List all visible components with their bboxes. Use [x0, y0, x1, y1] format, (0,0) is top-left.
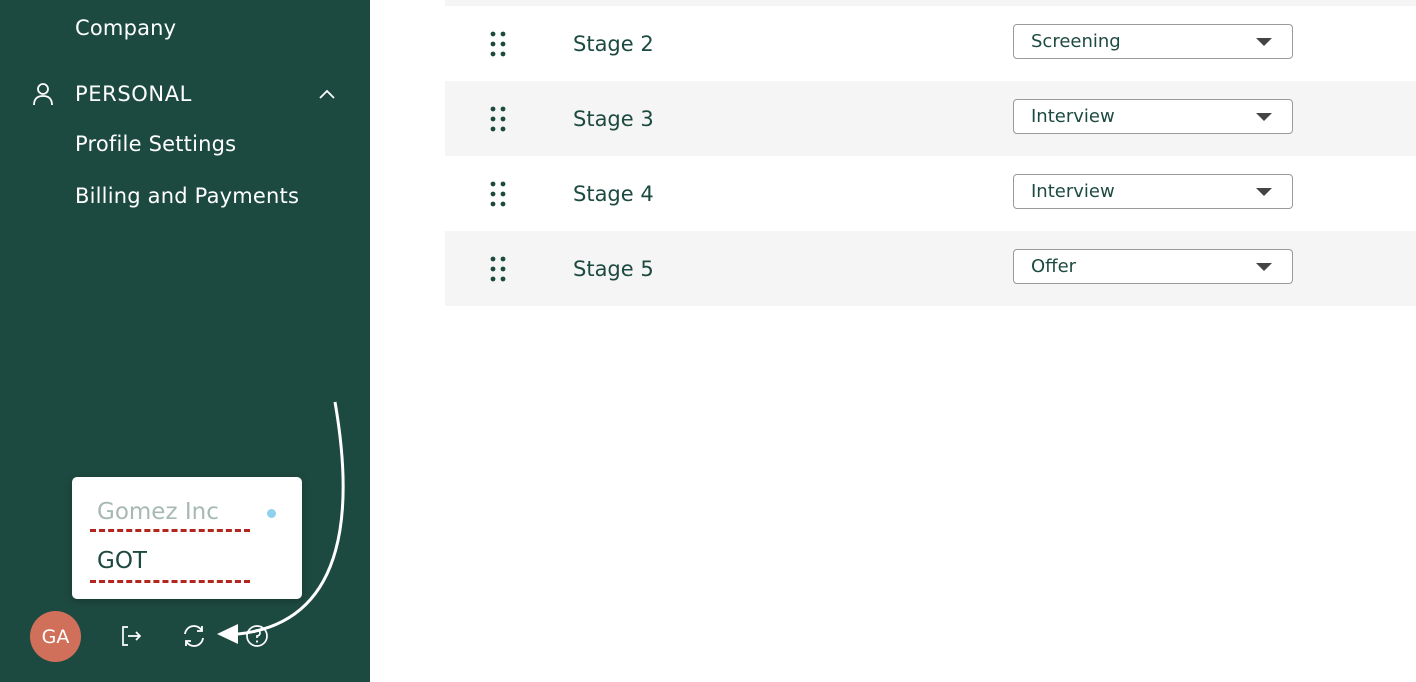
stage-type-select[interactable]: Screening	[1013, 24, 1293, 59]
caret-down-icon	[1256, 113, 1272, 121]
drag-handle-icon[interactable]	[489, 256, 509, 282]
chevron-up-icon[interactable]	[316, 83, 338, 105]
sidebar: Company PERSONAL Profile Settings Billin…	[0, 0, 370, 682]
sidebar-item-billing-payments[interactable]: Billing and Payments	[75, 184, 299, 208]
drag-handle-icon[interactable]	[489, 31, 509, 57]
caret-down-icon	[1256, 188, 1272, 196]
help-icon[interactable]	[243, 622, 271, 650]
stage-type-select[interactable]: Interview	[1013, 174, 1293, 209]
stage-type-select[interactable]: Interview	[1013, 99, 1293, 134]
stage-type-select[interactable]: Offer	[1013, 249, 1293, 284]
stage-row: Stage 4 Interview	[445, 156, 1416, 231]
annotation-underline	[90, 580, 250, 583]
person-icon	[28, 79, 58, 109]
status-dot	[267, 509, 276, 518]
stage-type-value: Screening	[1031, 31, 1121, 52]
account-switcher-popup: Gomez Inc GOT	[72, 477, 302, 599]
sidebar-section-title: PERSONAL	[75, 82, 192, 106]
logout-icon[interactable]	[117, 622, 145, 650]
stage-name: Stage 3	[573, 106, 654, 131]
stage-type-value: Interview	[1031, 181, 1115, 202]
drag-handle-icon[interactable]	[489, 181, 509, 207]
account-option-gomez-inc[interactable]: Gomez Inc	[97, 499, 219, 525]
stage-name: Stage 5	[573, 256, 654, 281]
account-option-got[interactable]: GOT	[97, 548, 147, 574]
stage-type-value: Interview	[1031, 106, 1115, 127]
refresh-icon[interactable]	[180, 622, 208, 650]
caret-down-icon	[1256, 38, 1272, 46]
stage-row: Stage 2 Screening	[445, 6, 1416, 81]
sidebar-section-personal[interactable]: PERSONAL	[28, 78, 338, 110]
pipeline-stages-panel: Stage 2 Screening Stage 3 Interview Stag…	[370, 0, 1416, 682]
stage-row: Stage 5 Offer	[445, 231, 1416, 306]
stage-name: Stage 2	[573, 31, 654, 56]
annotation-underline	[90, 529, 250, 532]
stage-type-value: Offer	[1031, 256, 1077, 277]
avatar[interactable]: GA	[30, 611, 81, 662]
drag-handle-icon[interactable]	[489, 106, 509, 132]
stage-row: Stage 3 Interview	[445, 81, 1416, 156]
sidebar-item-profile-settings[interactable]: Profile Settings	[75, 132, 236, 156]
sidebar-item-company[interactable]: Company	[75, 16, 176, 40]
stage-name: Stage 4	[573, 181, 654, 206]
caret-down-icon	[1256, 263, 1272, 271]
